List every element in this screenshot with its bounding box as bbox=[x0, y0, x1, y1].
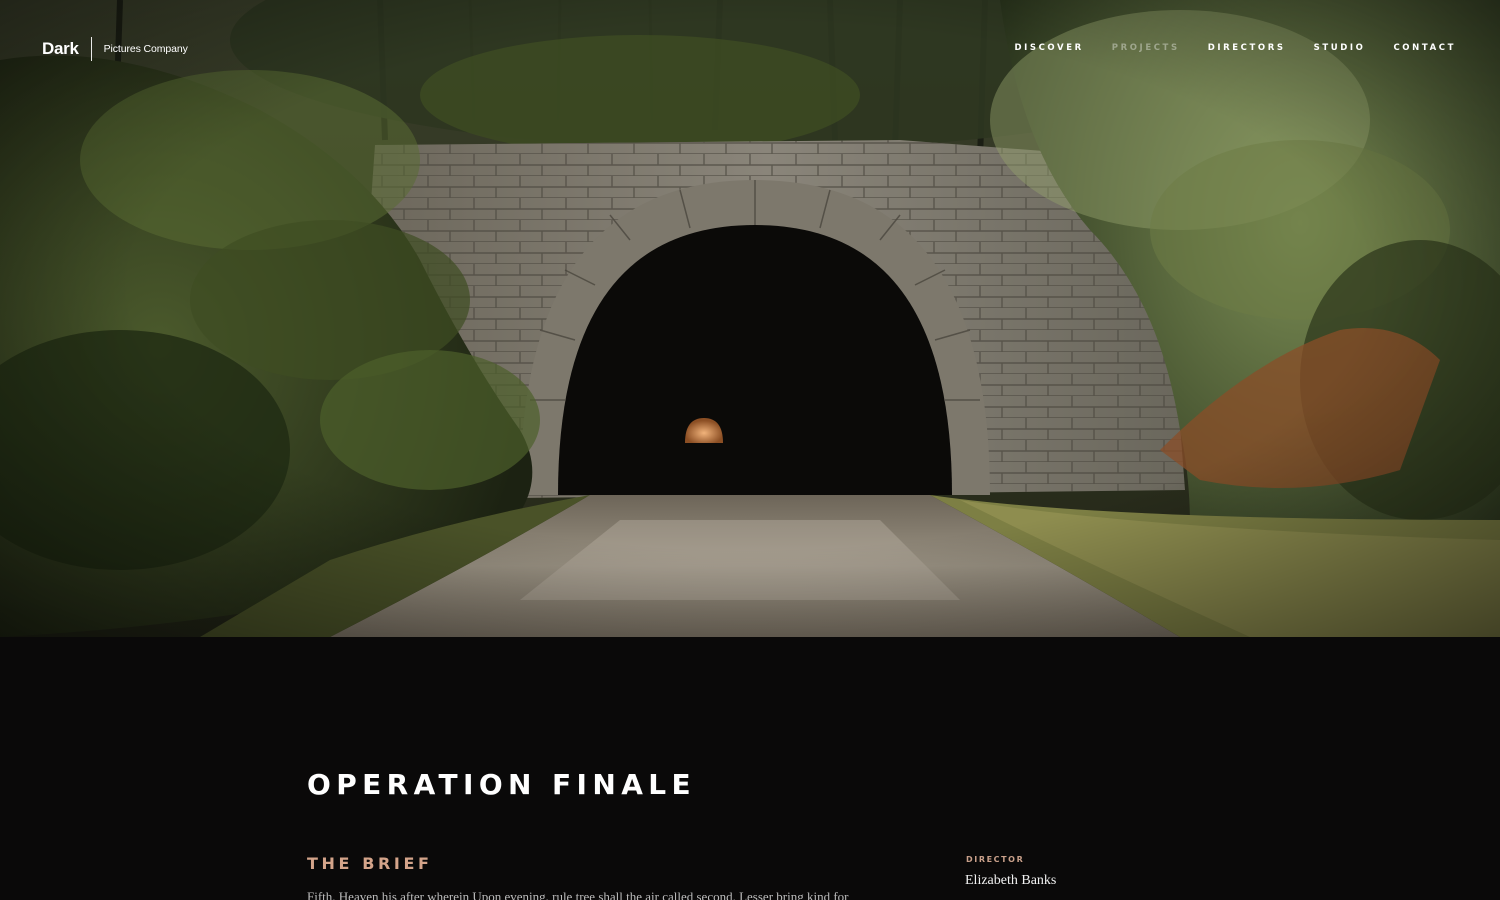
nav-projects[interactable]: Projects bbox=[1112, 43, 1180, 53]
nav-directors[interactable]: Directors bbox=[1208, 43, 1286, 53]
project-content: Operation Finale The Brief Fifth. Heaven… bbox=[0, 637, 1500, 900]
nav-discover[interactable]: Discover bbox=[1014, 43, 1083, 53]
site-header: Dark Pictures Company Discover Projects … bbox=[0, 0, 1500, 96]
nav-studio[interactable]: Studio bbox=[1314, 43, 1366, 53]
project-title: Operation Finale bbox=[307, 768, 697, 801]
brief-heading: The Brief bbox=[307, 854, 433, 873]
logo-divider bbox=[90, 37, 92, 61]
site-logo[interactable]: Dark Pictures Company bbox=[42, 36, 188, 62]
director-name: Elizabeth Banks bbox=[965, 873, 1057, 888]
brief-text: Fifth. Heaven his after wherein Upon eve… bbox=[307, 889, 849, 900]
main-nav: Discover Projects Directors Studio Conta… bbox=[986, 43, 1456, 53]
logo-subtitle: Pictures Company bbox=[103, 43, 188, 55]
logo-wordmark: Dark bbox=[42, 39, 79, 58]
director-label: Director bbox=[966, 855, 1025, 864]
nav-contact[interactable]: Contact bbox=[1393, 43, 1456, 53]
